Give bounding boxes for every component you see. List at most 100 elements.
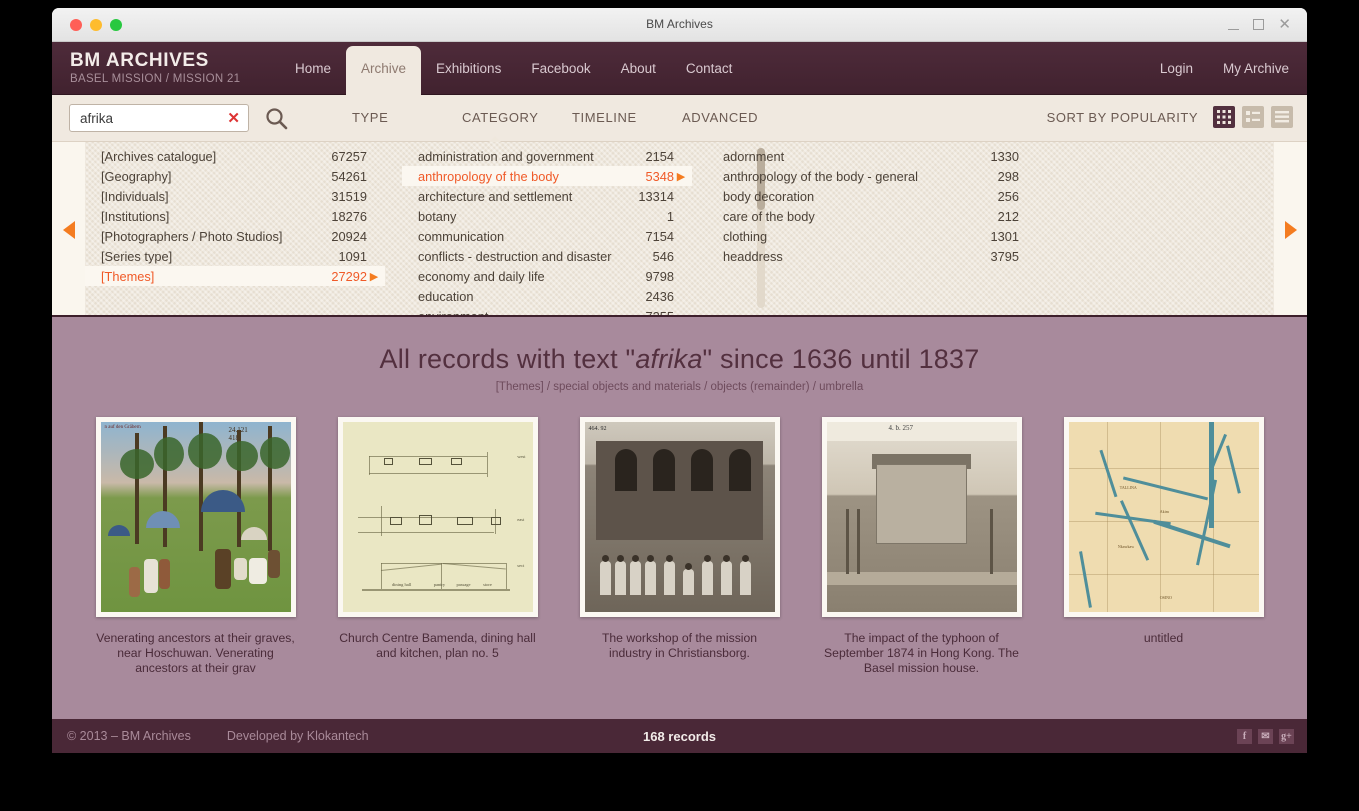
facet-2-count: 1 <box>666 208 674 224</box>
facet-1-label: [Series type] <box>101 248 173 264</box>
facet-3-row[interactable]: headdress3795▶ <box>707 246 1037 266</box>
facet-3-count: 256 <box>997 188 1019 204</box>
main-navigation: Home Archive Exhibitions Facebook About … <box>280 42 747 95</box>
nav-item-facebook[interactable]: Facebook <box>516 42 605 95</box>
results-grid: n auf den Gräbern24.121418. <box>52 393 1307 676</box>
facet-3-label: adornment <box>723 148 785 164</box>
maximize-icon[interactable] <box>1253 19 1265 30</box>
login-link[interactable]: Login <box>1160 61 1193 76</box>
result-thumbnail[interactable]: TALLINA Akim Nkawkaw OSINO <box>1063 417 1264 617</box>
nav-item-contact[interactable]: Contact <box>671 42 748 95</box>
minimize-icon[interactable] <box>1228 28 1240 30</box>
facet-2-label: administration and government <box>418 148 594 164</box>
facet-1-count: 27292 <box>331 268 367 284</box>
nav-item-about[interactable]: About <box>606 42 671 95</box>
facet-3-count: 1330 <box>990 148 1019 164</box>
rows-view-icon[interactable] <box>1271 106 1293 128</box>
facet-2-row[interactable]: administration and government2154▶ <box>402 146 692 166</box>
browse-next-button[interactable] <box>1274 142 1307 315</box>
chevron-right-icon <box>1284 220 1297 239</box>
facet-2-row[interactable]: education2436▶ <box>402 286 692 306</box>
breadcrumb[interactable]: [Themes] / special objects and materials… <box>52 381 1307 393</box>
facet-2-count: 2154 <box>645 148 674 164</box>
facet-2-label: conflicts - destruction and disaster <box>418 248 612 264</box>
googleplus-icon[interactable]: g+ <box>1279 728 1294 744</box>
search-field-wrapper: ✕ <box>69 104 249 132</box>
thumbnail-image: 464. 92 <box>584 422 775 612</box>
brand-logo[interactable]: BM ARCHIVES BASEL MISSION / MISSION 21 <box>70 50 240 85</box>
facet-1-row[interactable]: [Themes] 27292 ▶ <box>85 266 385 286</box>
facet-3-count: 1301 <box>990 228 1019 244</box>
facet-3-label: body decoration <box>723 188 815 204</box>
facet-3-label: anthropology of the body - general <box>723 168 918 184</box>
facet-3-row[interactable]: body decoration256▶ <box>707 186 1037 206</box>
grid-view-icon[interactable] <box>1213 106 1235 128</box>
nav-item-home[interactable]: Home <box>280 42 346 95</box>
clear-search-icon[interactable]: ✕ <box>227 109 240 127</box>
site-root: BM ARCHIVES BASEL MISSION / MISSION 21 H… <box>52 42 1307 753</box>
facet-2-row[interactable]: conflicts - destruction and disaster546▶ <box>402 246 692 266</box>
facet-3-row[interactable]: clothing1301▶ <box>707 226 1037 246</box>
facet-3-label: headdress <box>723 248 783 264</box>
facet-2-label: botany <box>418 208 457 224</box>
facet-3-row[interactable]: adornment1330▶ <box>707 146 1037 166</box>
brand-title: BM ARCHIVES <box>70 50 209 71</box>
facet-1-count: 54261 <box>331 168 367 184</box>
facet-2-row[interactable]: communication7154▶ <box>402 226 692 246</box>
chevron-right-icon: ▶ <box>676 170 686 183</box>
site-footer: © 2013 – BM Archives Developed by Klokan… <box>52 719 1307 753</box>
facet-3-row[interactable]: care of the body212▶ <box>707 206 1037 226</box>
facet-1-count: 18276 <box>331 208 367 224</box>
facet-column-2: administration and government 2154▶anthro… <box>402 142 692 317</box>
facet-1-row[interactable]: [Individuals]31519▶ <box>85 186 385 206</box>
result-thumbnail[interactable]: dining hall pantry passage store west ea… <box>337 417 538 617</box>
facet-1-row[interactable]: [Geography]54261▶ <box>85 166 385 186</box>
search-input[interactable] <box>70 110 210 126</box>
result-thumbnail[interactable]: 4. b. 257 <box>821 417 1022 617</box>
thumbnail-image: n auf den Gräbern24.121418. <box>100 422 291 612</box>
facet-2-count: 546 <box>652 248 674 264</box>
thumbnail-image: 4. b. 257 <box>826 422 1017 612</box>
filter-tabs: TYPE CATEGORY TIMELINE ADVANCED <box>352 95 792 143</box>
list-view-icon[interactable] <box>1242 106 1264 128</box>
filter-tab-timeline[interactable]: TIMELINE <box>572 95 682 142</box>
facebook-icon[interactable]: f <box>1237 728 1252 744</box>
result-caption: untitled <box>1143 631 1184 645</box>
chevron-right-icon: ▶ <box>369 270 379 283</box>
my-archive-link[interactable]: My Archive <box>1223 61 1289 76</box>
filter-tab-advanced[interactable]: ADVANCED <box>682 95 792 142</box>
result-thumbnail[interactable]: 464. 92 <box>579 417 780 617</box>
facet-2-label: architecture and settlement <box>418 188 573 204</box>
facet-1-row[interactable]: [Photographers / Photo Studios]20924▶ <box>85 226 385 246</box>
result-thumbnail[interactable]: n auf den Gräbern24.121418. <box>95 417 296 617</box>
facet-1-row[interactable]: [Archives catalogue]67257▶ <box>85 146 385 166</box>
headline-prefix: All records with text " <box>379 344 636 374</box>
page-title: All records with text "afrika" since 163… <box>52 344 1307 375</box>
facet-3-label: clothing <box>723 228 768 244</box>
facet-2-row[interactable]: anthropology of the body 5348 ▶ <box>402 166 692 186</box>
search-bar: ✕ TYPE CATEGORY TIMELINE ADVANCED SORT B… <box>52 95 1307 143</box>
facet-1-row[interactable]: [Series type]1091▶ <box>85 246 385 266</box>
filter-tab-type[interactable]: TYPE <box>352 95 462 142</box>
facet-2-row[interactable]: botany1▶ <box>402 206 692 226</box>
facet-2-label: economy and daily life <box>418 268 545 284</box>
result-card: n auf den Gräbern24.121418. <box>95 417 296 676</box>
facet-2-row[interactable]: economy and daily life9798▶ <box>402 266 692 286</box>
browse-prev-button[interactable] <box>52 142 85 315</box>
result-card: 4. b. 257 The impact of the typhoon of S… <box>821 417 1022 676</box>
close-icon[interactable]: ✕ <box>1278 17 1291 32</box>
search-icon[interactable] <box>265 107 288 135</box>
filter-tab-category[interactable]: CATEGORY <box>462 95 572 143</box>
facet-3-row[interactable]: anthropology of the body - general298▶ <box>707 166 1037 186</box>
facet-2-count: 7255 <box>645 308 674 317</box>
facet-2-row[interactable]: architecture and settlement13314▶ <box>402 186 692 206</box>
twitter-icon[interactable]: ✉ <box>1258 728 1273 744</box>
facet-1-label: [Photographers / Photo Studios] <box>101 228 283 244</box>
nav-item-archive[interactable]: Archive <box>346 46 422 95</box>
window-title: BM Archives <box>646 17 713 31</box>
window-titlebar: BM Archives ✕ <box>52 8 1307 42</box>
nav-item-exhibitions[interactable]: Exhibitions <box>421 42 516 95</box>
sort-by-popularity-button[interactable]: SORT BY POPULARITY <box>1047 110 1198 125</box>
facet-2-row[interactable]: environment7255▶ <box>402 306 692 317</box>
facet-1-row[interactable]: [Institutions]18276▶ <box>85 206 385 226</box>
